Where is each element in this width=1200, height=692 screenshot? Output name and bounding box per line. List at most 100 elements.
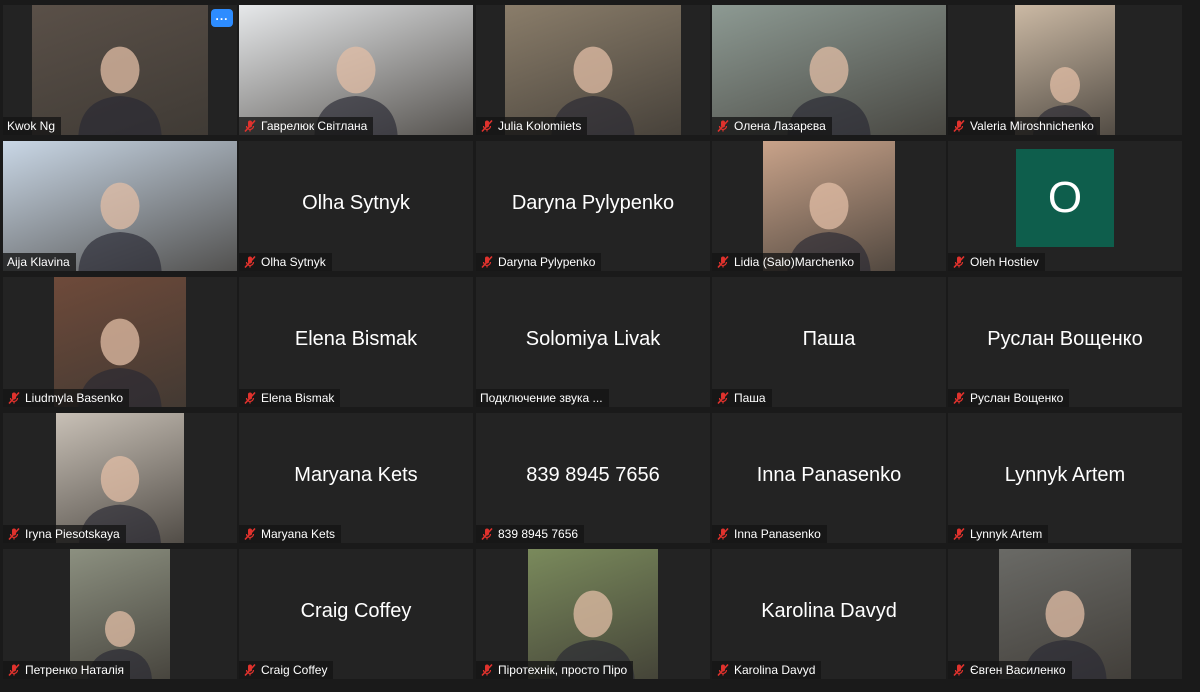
participant-tile[interactable]: Olha Sytnyk Olha Sytnyk [239, 141, 473, 271]
person-silhouette-icon [551, 590, 635, 679]
muted-mic-icon [953, 663, 965, 677]
muted-mic-icon [481, 527, 493, 541]
participant-tile[interactable]: Гаврелюк Світлана [239, 5, 473, 135]
participant-tile[interactable]: O Oleh Hostiev [948, 141, 1182, 271]
participant-tile[interactable]: Iryna Piesotskaya [3, 413, 237, 543]
participant-video [763, 141, 895, 271]
participant-name-text: Lynnyk Artem [970, 527, 1043, 541]
participant-name-label: 839 8945 7656 [476, 525, 585, 543]
muted-mic-icon [244, 527, 256, 541]
muted-mic-icon [953, 255, 965, 269]
participant-name-label: Olha Sytnyk [239, 253, 332, 271]
participant-name-label: Liudmyla Basenko [3, 389, 130, 407]
person-silhouette-icon [1023, 590, 1107, 679]
participant-display-name: Maryana Kets [294, 464, 418, 487]
person-silhouette-icon [78, 318, 162, 407]
participant-video [528, 549, 658, 679]
participant-tile[interactable]: Руслан Вощенко Руслан Вощенко [948, 277, 1182, 407]
participant-name-text: 839 8945 7656 [498, 527, 579, 541]
participant-name-label: Elena Bismak [239, 389, 341, 407]
participant-tile[interactable]: Julia Kolomiiets [476, 5, 710, 135]
participant-video [505, 5, 681, 135]
participant-video [1015, 5, 1115, 135]
participant-name-label: Valeria Miroshnichenko [948, 117, 1100, 135]
participant-tile[interactable]: ... Kwok Ng [3, 5, 237, 135]
participant-name-label: Craig Coffey [239, 661, 334, 679]
person-silhouette-icon [1033, 67, 1097, 135]
participant-name-label: Oleh Hostiev [948, 253, 1045, 271]
participant-name-label: Maryana Kets [239, 525, 342, 543]
participant-name-text: Подключение звука ... [480, 391, 603, 405]
participant-name-text: Aija Klavina [7, 255, 70, 269]
person-silhouette-icon [78, 182, 162, 271]
participant-name-text: Руслан Вощенко [970, 391, 1064, 405]
participant-display-name: Elena Bismak [294, 328, 418, 351]
participant-name-label: Олена Лазарєва [712, 117, 832, 135]
participant-name-label: Aija Klavina [3, 253, 76, 271]
participant-display-name: 839 8945 7656 [526, 464, 660, 487]
participant-name-label: Julia Kolomiiets [476, 117, 588, 135]
participant-name-text: Паша [734, 391, 766, 405]
participant-tile[interactable]: Solomiya Livak Подключение звука ... [476, 277, 710, 407]
participant-video [70, 549, 170, 679]
participant-name-text: Craig Coffey [261, 663, 328, 677]
participant-tile[interactable]: Євген Василенко [948, 549, 1182, 679]
participant-display-name: Karolina Davyd [761, 600, 897, 623]
participant-name-text: Julia Kolomiiets [498, 119, 582, 133]
participant-tile[interactable]: 839 8945 7656 839 8945 7656 [476, 413, 710, 543]
participant-video [3, 141, 237, 271]
participant-name-text: Гаврелюк Світлана [261, 119, 368, 133]
participant-tile[interactable]: Karolina Davyd Karolina Davyd [712, 549, 946, 679]
person-silhouette-icon [787, 46, 871, 135]
participant-name-label: Karolina Davyd [712, 661, 822, 679]
participant-name-label: Гаврелюк Світлана [239, 117, 374, 135]
participant-tile[interactable]: Олена Лазарєва [712, 5, 946, 135]
muted-mic-icon [717, 391, 729, 405]
participant-tile[interactable]: Aija Klavina [3, 141, 237, 271]
muted-mic-icon [8, 391, 20, 405]
participant-tile[interactable]: Inna Panasenko Inna Panasenko [712, 413, 946, 543]
more-options-button[interactable]: ... [211, 9, 233, 27]
participant-name-text: Karolina Davyd [734, 663, 816, 677]
participant-tile[interactable]: Піротехнік, просто Піро [476, 549, 710, 679]
participant-tile[interactable]: Петренко Наталія [3, 549, 237, 679]
participant-video [712, 5, 946, 135]
participant-tile[interactable]: Liudmyla Basenko [3, 277, 237, 407]
muted-mic-icon [8, 663, 20, 677]
person-silhouette-icon [314, 46, 398, 135]
person-silhouette-icon [787, 182, 871, 271]
muted-mic-icon [244, 663, 256, 677]
muted-mic-icon [481, 663, 493, 677]
muted-mic-icon [481, 119, 493, 133]
participant-tile[interactable]: Lidia (Salo)Marchenko [712, 141, 946, 271]
participant-tile[interactable]: Valeria Miroshnichenko [948, 5, 1182, 135]
muted-mic-icon [717, 527, 729, 541]
participant-tile[interactable]: Daryna Pylypenko Daryna Pylypenko [476, 141, 710, 271]
participant-display-name: Craig Coffey [300, 600, 412, 623]
participant-name-label: Піротехнік, просто Піро [476, 661, 634, 679]
participant-tile[interactable]: Elena Bismak Elena Bismak [239, 277, 473, 407]
participant-display-name: Solomiya Livak [525, 328, 661, 351]
participant-name-text: Liudmyla Basenko [25, 391, 124, 405]
participant-display-name: Daryna Pylypenko [511, 192, 675, 215]
muted-mic-icon [717, 119, 729, 133]
muted-mic-icon [953, 391, 965, 405]
person-silhouette-icon [88, 611, 152, 679]
participant-name-label: Inna Panasenko [712, 525, 827, 543]
participant-display-name: Olha Sytnyk [302, 192, 410, 215]
participant-name-label: Lidia (Salo)Marchenko [712, 253, 861, 271]
participant-name-label: Руслан Вощенко [948, 389, 1070, 407]
participant-tile[interactable]: Lynnyk Artem Lynnyk Artem [948, 413, 1182, 543]
participant-name-text: Oleh Hostiev [970, 255, 1039, 269]
participant-name-label: Подключение звука ... [476, 389, 609, 407]
participant-avatar: O [1016, 149, 1114, 247]
muted-mic-icon [953, 527, 965, 541]
participant-name-text: Valeria Miroshnichenko [970, 119, 1094, 133]
person-silhouette-icon [78, 46, 162, 135]
participant-name-text: Elena Bismak [261, 391, 335, 405]
participant-tile[interactable]: Паша Паша [712, 277, 946, 407]
participant-name-text: Kwok Ng [7, 119, 56, 133]
participant-tile[interactable]: Maryana Kets Maryana Kets [239, 413, 473, 543]
participant-display-name: Lynnyk Artem [1004, 464, 1126, 487]
participant-tile[interactable]: Craig Coffey Craig Coffey [239, 549, 473, 679]
